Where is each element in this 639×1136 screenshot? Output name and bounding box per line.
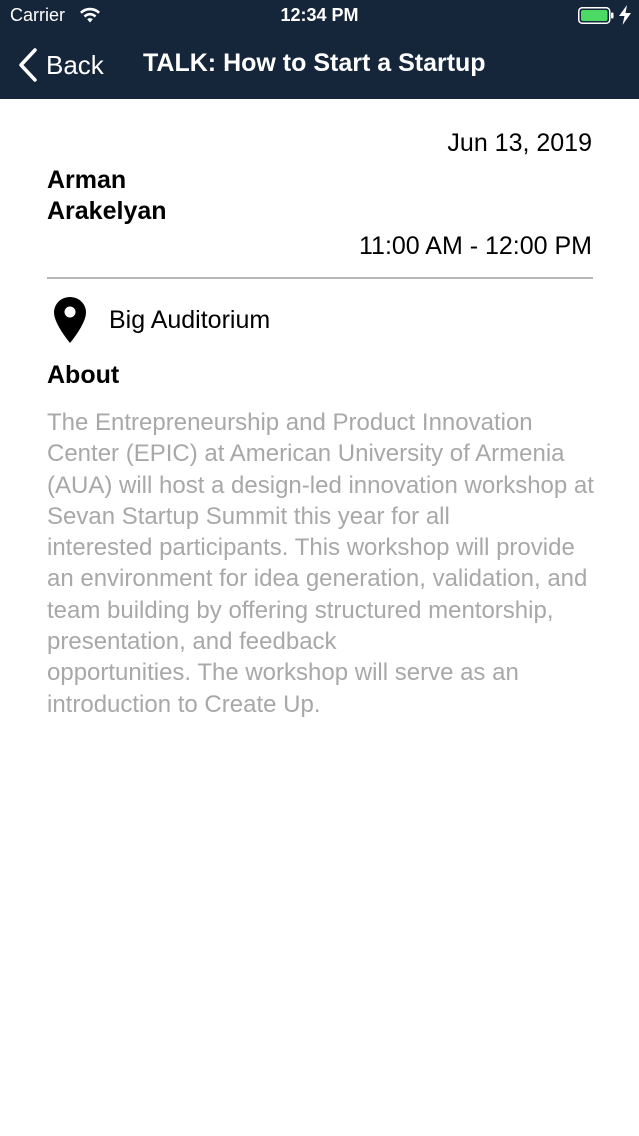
back-button[interactable]: Back — [18, 48, 104, 82]
chevron-left-icon — [19, 48, 37, 82]
event-detail: Jun 13, 2019 Arman Arakelyan 11:00 AM - … — [0, 99, 639, 1136]
divider — [47, 277, 593, 279]
top-bar: Carrier 12:34 PM Back TALK: How to Start… — [0, 0, 639, 99]
event-time-range: 11:00 AM - 12:00 PM — [359, 232, 592, 260]
back-label: Back — [46, 49, 104, 80]
page-title: TALK: How to Start a Startup — [143, 49, 486, 77]
event-date: Jun 13, 2019 — [447, 129, 592, 157]
status-bar: Carrier 12:34 PM — [0, 0, 639, 34]
event-location: Big Auditorium — [109, 306, 271, 334]
map-pin-icon — [54, 297, 86, 343]
battery-icon — [578, 7, 614, 24]
status-time: 12:34 PM — [280, 5, 359, 25]
speaker-name: Arman Arakelyan — [47, 166, 167, 225]
about-heading: About — [47, 361, 120, 389]
about-description: The Entrepreneurship and Product Innovat… — [47, 409, 594, 718]
charging-bolt-icon — [619, 5, 631, 25]
navigation-bar: Back TALK: How to Start a Startup — [0, 34, 639, 99]
